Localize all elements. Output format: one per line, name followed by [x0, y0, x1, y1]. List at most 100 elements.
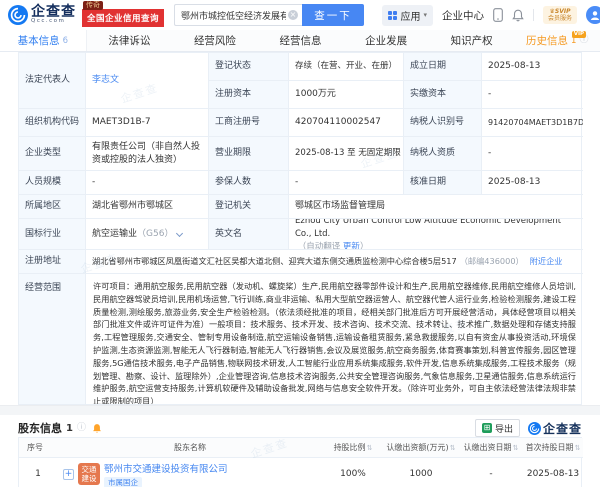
tab-legal-litigation[interactable]: 法律诉讼	[87, 30, 173, 51]
field-label: 经营范围	[19, 274, 86, 404]
english-name-text: Ezhou City Urban Control Low Altitude Ec…	[295, 219, 562, 239]
business-reg-no-value: 420704110002547	[289, 109, 404, 137]
shareholders-table-header: 序号 股东名称 持股比例 ⇅ 认缴出资额(万元) ⇅ 认缴出资日期 ⇅ 首次持股日期 ⇅	[19, 438, 583, 458]
paid-in-capital-value: -	[482, 81, 583, 109]
holding-ratio: 100%	[340, 469, 366, 479]
export-label: 导出	[494, 424, 513, 435]
company-tab-bar: 基本信息 6 法律诉讼 经营风险 经营信息 企业发展 知识产权 VIP 历史信息…	[0, 30, 600, 52]
registration-status-value: 存续（在营、开业、在册）	[289, 53, 404, 81]
tab-operating-risk[interactable]: 经营风险	[172, 30, 258, 51]
field-label: 实缴资本	[404, 81, 482, 109]
industry-value: 航空运输业 （G56）	[86, 219, 209, 250]
caret-down-icon: ▾	[423, 11, 427, 19]
field-label: 参保人数	[209, 171, 289, 195]
qichacha-logo-icon[interactable]	[8, 5, 28, 25]
field-label: 人员规模	[19, 171, 86, 195]
postcode: （邮编436000）	[459, 256, 524, 266]
brand-name: 企查查	[542, 421, 582, 436]
shareholder-company-link[interactable]: 鄂州市交通建设投资有限公司	[104, 461, 228, 475]
address-text: 湖北省鄂州市鄂城区凤凰街道文汇社区吴都大道北侧、迎宾大道东侧交通质监检测中心综合…	[92, 256, 457, 266]
sort-icon: ⇅	[366, 443, 373, 452]
column-header-ratio[interactable]: 持股比例 ⇅	[323, 438, 383, 458]
sort-icon: ⇅	[449, 443, 456, 452]
qichacha-company-page: 企查查 Qcc.com 传奇 全国企业信用查询 × 查一下 应用 ▾ 企业中心	[0, 0, 600, 487]
org-code-value: MAET3D1B-7	[86, 109, 209, 137]
business-term-value: 2025-08-13 至 无固定期限	[289, 137, 404, 171]
qichacha-logo-icon	[527, 421, 541, 435]
shareholder-name-cell: + 交通 建设 鄂州市交通建设投资有限公司 市属国企	[57, 458, 323, 487]
shareholders-count: 1	[66, 422, 73, 434]
expand-icon[interactable]: +	[63, 468, 74, 480]
legal-representative-link[interactable]: 李志文	[92, 74, 119, 87]
field-label: 注册资本	[209, 81, 289, 109]
subscribed-amount: 1000	[409, 469, 433, 479]
apps-label: 应用	[400, 11, 421, 23]
clear-search-icon[interactable]: ×	[288, 10, 299, 20]
logo-name: 企查查	[31, 4, 76, 21]
search-button[interactable]: 查一下	[302, 4, 365, 26]
shareholder-row: 1 + 交通 建设 鄂州市交通建设投资有限公司 市属国企 100% 1000 -…	[19, 458, 581, 487]
field-label: 工商注册号	[209, 109, 289, 137]
field-label: 英文名	[209, 219, 289, 250]
export-button[interactable]: ⊞ 导出	[474, 419, 520, 437]
field-label: 注册地址	[19, 250, 86, 274]
staff-size-value: -	[86, 171, 209, 195]
registered-capital-value: 1000万元	[289, 81, 404, 109]
column-header-contribution-date[interactable]: 认缴出资日期 ⇅	[459, 438, 523, 458]
auto-translate-note: （自动翻译	[297, 241, 341, 250]
mobile-phone-icon[interactable]	[493, 8, 503, 22]
insured-count-value: -	[289, 171, 404, 195]
tab-history-info[interactable]: VIP 历史信息 1 ⓘ	[514, 30, 600, 51]
taxpayer-qualification-value: -	[482, 137, 583, 171]
enterprise-center-link[interactable]: 企业中心	[442, 8, 484, 23]
tab-label: 经营风险	[193, 35, 236, 47]
header-divider	[532, 9, 534, 21]
apps-grid-icon	[388, 10, 398, 20]
field-label: 组织机构代码	[19, 109, 86, 137]
english-name-value: Ezhou City Urban Control Low Altitude Ec…	[289, 219, 583, 250]
subscribe-bell-icon[interactable]	[92, 423, 102, 434]
sort-icon: ⇅	[512, 443, 519, 452]
apps-dropdown[interactable]: 应用 ▾	[382, 4, 433, 26]
tab-count: 6	[62, 35, 68, 46]
search-input[interactable]	[174, 4, 303, 26]
info-icon[interactable]: ⓘ	[77, 423, 86, 433]
field-label: 登记机关	[209, 195, 289, 219]
promo-tag: 传奇	[83, 1, 103, 10]
shareholders-title: 股东信息	[18, 422, 62, 435]
tab-company-development[interactable]: 企业发展	[343, 30, 429, 51]
column-header-first-holding-date[interactable]: 首次持股日期 ⇅	[523, 438, 583, 458]
top-header: 企查查 Qcc.com 传奇 全国企业信用查询 × 查一下 应用 ▾ 企业中心	[0, 0, 600, 30]
update-translation-link[interactable]: 更新	[343, 241, 360, 250]
registration-authority-value: 鄂城区市场监督管理局	[289, 195, 583, 219]
logo-domain: Qcc.com	[31, 18, 66, 25]
tab-intellectual-property[interactable]: 知识产权	[429, 30, 515, 51]
shareholders-section: 股东信息 1 ⓘ ⊞ 导出 企查查 序号 股东名称 持股比例 ⇅ 认缴出资额(万…	[18, 415, 583, 487]
tab-label: 经营信息	[279, 35, 322, 47]
excel-icon: ⊞	[481, 423, 492, 433]
state-owned-tag: 市属国企	[104, 476, 142, 487]
notification-bell-icon[interactable]	[512, 9, 524, 22]
field-label: 国标行业	[19, 219, 86, 250]
tab-label: 基本信息	[17, 35, 60, 47]
field-label: 登记状态	[209, 53, 289, 81]
industry-code: （G56）	[137, 228, 174, 239]
svip-label: SVIP	[554, 7, 571, 15]
legal-representative-value: 李志文	[86, 53, 209, 109]
svip-badge[interactable]: ♛SVIP 会员服务	[542, 5, 577, 25]
nearby-companies-link[interactable]: 附近企业	[530, 255, 563, 268]
customer-service-icon[interactable]	[586, 6, 600, 24]
region-value: 湖北省鄂州市鄂城区	[86, 195, 209, 219]
tab-basic-info[interactable]: 基本信息 6	[0, 30, 87, 51]
chevron-down-icon[interactable]	[176, 229, 184, 237]
search-bar: × 查一下	[174, 4, 365, 26]
svip-sublabel: 会员服务	[547, 14, 572, 22]
field-label: 成立日期	[404, 53, 482, 81]
column-header-amount[interactable]: 认缴出资额(万元) ⇅	[383, 438, 459, 458]
field-label: 纳税人资质	[404, 137, 482, 171]
taxpayer-id-value: 91420704MAET3D1B7D	[482, 109, 583, 137]
tab-business-info[interactable]: 经营信息	[258, 30, 344, 51]
logo-text[interactable]: 企查查 Qcc.com	[31, 5, 76, 25]
slogan-block: 传奇 全国企业信用查询	[82, 1, 165, 27]
tab-label: 企业发展	[365, 35, 408, 47]
